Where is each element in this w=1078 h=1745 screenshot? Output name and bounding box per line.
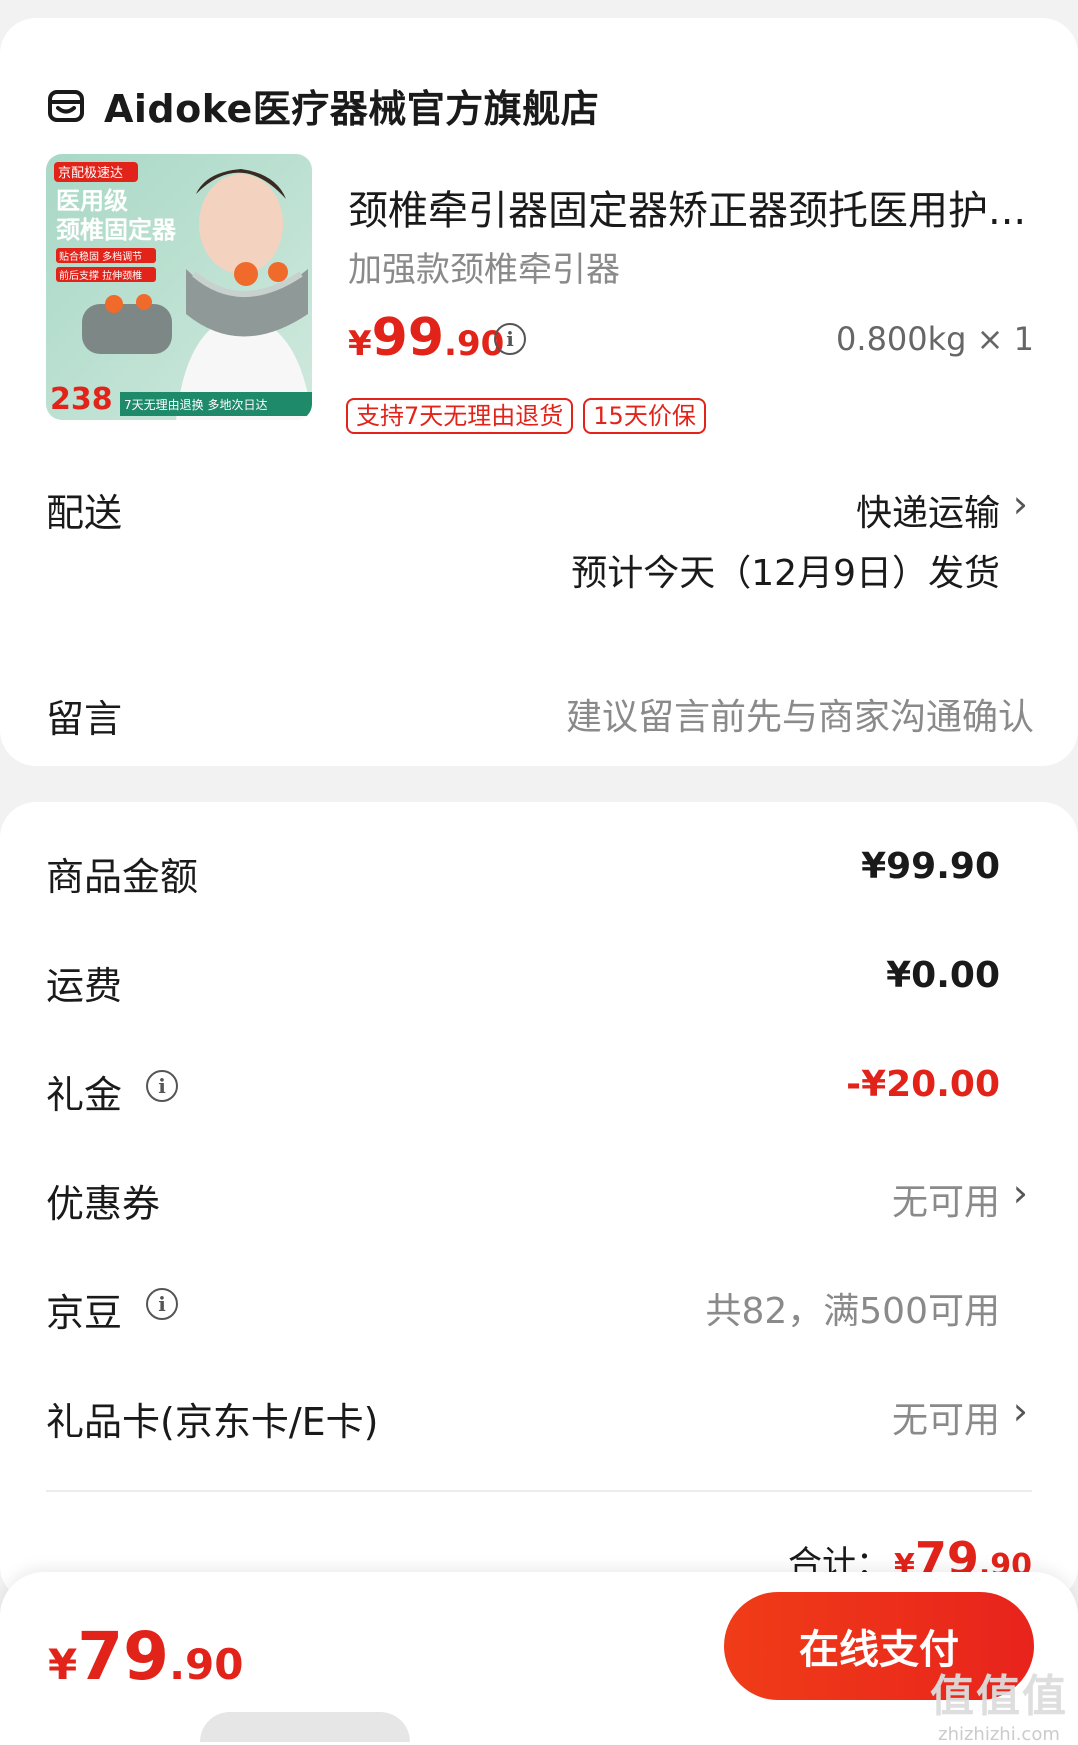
checkout-bar: ¥ 79 .90 在线支付 xyxy=(0,1572,1078,1745)
message-label: 留言 xyxy=(46,697,123,741)
jd-beans-info-icon[interactable]: i xyxy=(146,1288,178,1320)
watermark-logo: 值值值 xyxy=(930,1671,1068,1722)
gift-cash-info-icon[interactable]: i xyxy=(146,1070,178,1102)
image-sub-1: 贴合稳固 多档调节 xyxy=(59,250,142,263)
image-headline-1: 医用级 xyxy=(56,187,128,215)
product-weight-quantity: 0.800kg × 1 xyxy=(836,320,1034,358)
shop-header[interactable]: Aidoke医疗器械官方旗舰店 xyxy=(46,78,599,133)
service-tags: 支持7天无理由退货 15天价保 xyxy=(346,398,706,434)
delivery-label: 配送 xyxy=(46,491,123,535)
gift-card-label: 礼品卡(京东卡/E卡) xyxy=(46,1400,379,1444)
image-big-number: 238 xyxy=(50,382,113,417)
price-info-icon[interactable]: i xyxy=(494,323,526,355)
jd-beans-label: 京豆 xyxy=(46,1291,123,1335)
product-variant: 加强款颈椎牵引器 xyxy=(348,250,620,290)
home-indicator[interactable] xyxy=(200,1712,410,1742)
gift-cash-label: 礼金 xyxy=(46,1073,123,1117)
price-integer: 99 xyxy=(371,308,445,368)
gift-cash-value: -¥20.00 xyxy=(846,1064,1000,1105)
summary-divider xyxy=(46,1490,1032,1492)
product-price: ¥ 99 .90 xyxy=(348,308,504,368)
checkout-integer: 79 xyxy=(77,1618,170,1695)
image-badge-text: 京配极速达 xyxy=(58,166,123,181)
checkout-decimal: .90 xyxy=(169,1640,244,1689)
gift-card-chevron-icon[interactable]: › xyxy=(1013,1389,1028,1433)
coupon-value[interactable]: 无可用 xyxy=(892,1173,1000,1225)
coupon-label: 优惠券 xyxy=(46,1182,161,1226)
shipping-value: ¥0.00 xyxy=(886,955,1000,996)
watermark-url: zhizhizhi.com xyxy=(938,1724,1060,1745)
product-title[interactable]: 颈椎牵引器固定器矫正器颈托医用护... xyxy=(348,178,1038,236)
delivery-chevron-icon[interactable]: › xyxy=(1013,482,1028,526)
checkout-currency: ¥ xyxy=(48,1640,78,1689)
image-sub-2: 前后支撑 拉伸颈椎 xyxy=(59,269,142,282)
delivery-eta: 预计今天（12月9日）发货 xyxy=(571,553,1000,594)
tag-price-protect: 15天价保 xyxy=(583,398,706,434)
message-input[interactable]: 建议留言前先与商家沟通确认 xyxy=(566,688,1034,740)
image-headline-2: 颈椎固定器 xyxy=(56,216,177,244)
shipping-label: 运费 xyxy=(46,964,123,1008)
price-currency: ¥ xyxy=(348,324,372,364)
watermark: 值值值 zhizhizhi.com xyxy=(930,1660,1068,1745)
goods-amount-label: 商品金额 xyxy=(46,855,199,899)
goods-amount-value: ¥99.90 xyxy=(861,846,1000,887)
checkout-price: ¥ 79 .90 xyxy=(48,1618,244,1695)
shop-name: Aidoke医疗器械官方旗舰店 xyxy=(104,87,600,131)
product-image-art: 京配极速达 医用级 颈椎固定器 贴合稳固 多档调节 前后支撑 拉伸颈椎 238 … xyxy=(46,154,312,420)
tag-return-policy: 支持7天无理由退货 xyxy=(346,398,574,434)
jd-beans-value: 共82，满500可用 xyxy=(705,1291,1000,1332)
gift-card-value[interactable]: 无可用 xyxy=(892,1391,1000,1443)
product-image[interactable]: 京配极速达 医用级 颈椎固定器 贴合稳固 多档调节 前后支撑 拉伸颈椎 238 … xyxy=(46,154,312,420)
image-bottom-text: 7天无理由退换 多地次日达 xyxy=(124,398,267,412)
delivery-method[interactable]: 快递运输 xyxy=(856,484,1000,536)
coupon-chevron-icon[interactable]: › xyxy=(1013,1171,1028,1215)
store-icon xyxy=(48,89,84,122)
